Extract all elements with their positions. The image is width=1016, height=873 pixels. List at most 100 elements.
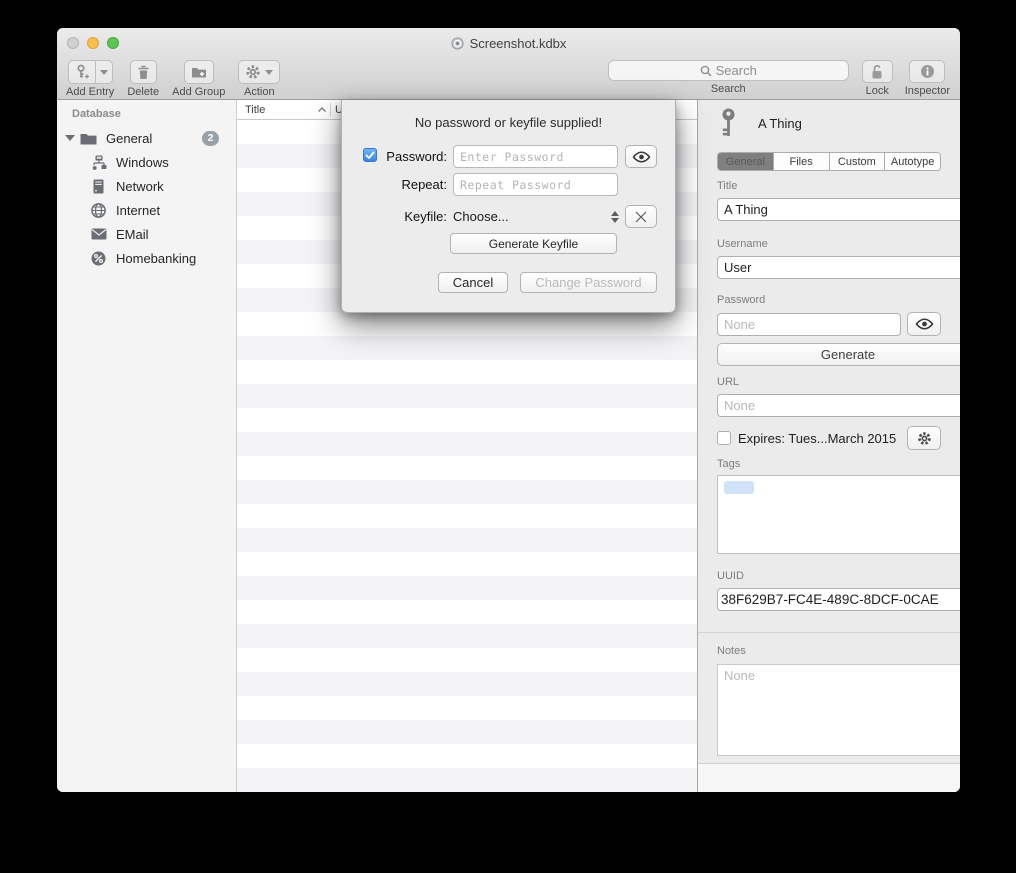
screen: Screenshot.kdbx [0,0,1016,873]
change-password-sheet: No password or keyfile supplied! Passwor… [341,100,676,313]
username-field[interactable] [717,256,960,279]
folder-icon [80,130,97,146]
add-entry-dropdown[interactable] [96,61,111,83]
inspector-panel: A Thing General Files Custom Autotype Ti… [697,100,960,792]
group-label: Windows [116,155,169,170]
sheet-reveal-button[interactable] [625,145,657,168]
chevron-down-icon [265,70,273,75]
group-label: Internet [116,203,160,218]
action-label: Action [244,86,275,98]
uuid-field[interactable] [717,588,960,611]
x-icon [635,211,647,223]
change-password-label: Change Password [535,275,641,290]
search-icon [700,65,712,77]
tab-files[interactable]: Files [774,153,830,170]
password-field[interactable] [717,313,901,336]
search-input[interactable]: Search [608,60,849,81]
gear-icon [245,64,261,80]
inspector-tabs: General Files Custom Autotype [717,152,941,171]
column-title-label: Title [245,104,265,116]
title-field[interactable] [717,198,960,221]
add-entry-button[interactable] [68,60,113,84]
generate-password-button[interactable]: Generate [717,343,960,366]
sidebar: Database General 2 [57,100,237,792]
add-group-button[interactable] [184,60,214,84]
disclosure-triangle-icon[interactable] [65,135,75,141]
entry-header: A Thing [717,106,941,140]
tab-autotype[interactable]: Autotype [885,153,940,170]
sidebar-item-internet[interactable]: Internet [57,198,236,222]
clear-keyfile-button[interactable] [625,205,657,228]
sheet-password-label: Password: [379,149,447,164]
notes-separator [698,632,960,633]
sidebar-item-homebanking[interactable]: Homebanking [57,246,236,270]
cancel-label: Cancel [453,275,493,290]
windows-network-icon [90,154,107,170]
percent-circle-icon [90,250,107,266]
reveal-password-button[interactable] [907,312,941,336]
generate-keyfile-label: Generate Keyfile [489,237,578,251]
expires-checkbox[interactable] [717,431,731,445]
keyfile-popup-value: Choose... [453,209,509,224]
sidebar-item-windows[interactable]: Windows [57,150,236,174]
entry-title: A Thing [758,116,802,131]
macpass-window: Screenshot.kdbx [57,28,960,792]
password-field-label: Password [717,294,941,306]
document-proxy-icon[interactable] [451,37,464,50]
sidebar-item-email[interactable]: EMail [57,222,236,246]
toolbar-group-delete: Delete [127,60,159,98]
url-field[interactable] [717,394,960,417]
window-chrome: Screenshot.kdbx [57,28,960,100]
notes-field[interactable] [717,664,960,756]
delete-button[interactable] [130,60,157,84]
toolbar-group-add-group: Add Group [172,60,225,98]
change-password-button[interactable]: Change Password [520,272,657,293]
tag-token[interactable] [724,481,754,494]
tab-custom[interactable]: Custom [830,153,886,170]
eye-icon [632,151,651,163]
sheet-message: No password or keyfile supplied! [342,115,675,130]
tab-custom-label: Custom [838,156,876,168]
tags-field-label: Tags [717,458,941,470]
cancel-button[interactable]: Cancel [438,272,508,293]
key-plus-icon [69,61,96,83]
sheet-password-input[interactable] [453,145,618,168]
eye-icon [915,318,934,330]
popup-stepper-icon [611,211,619,223]
toolbar-group-add-entry: Add Entry [66,60,114,98]
tab-general[interactable]: General [718,153,774,170]
title-field-label: Title [717,180,941,192]
envelope-icon [90,226,107,242]
sheet-repeat-label: Repeat: [379,177,447,192]
entry-count-badge: 2 [202,131,219,146]
toolbar-right: Search Search Lock [608,60,950,97]
group-label: Homebanking [116,251,196,266]
delete-label: Delete [127,86,159,98]
expires-settings-button[interactable] [907,426,941,450]
check-icon [365,151,375,159]
group-label: EMail [116,227,149,242]
folder-plus-icon [191,65,207,79]
sidebar-item-general[interactable]: General 2 [57,126,236,150]
toolbar: Add Entry Delete [57,58,960,100]
server-icon [90,178,107,194]
lock-open-icon [870,64,884,80]
column-header-title[interactable]: Title [237,104,330,116]
generate-keyfile-button[interactable]: Generate Keyfile [450,233,617,254]
lock-label: Lock [866,85,889,97]
info-icon [920,64,935,79]
sort-ascending-icon [318,107,326,112]
action-button[interactable] [238,60,280,84]
lock-button[interactable] [862,60,893,83]
inspector-button[interactable] [909,60,945,83]
sidebar-header: Database [57,108,236,120]
uuid-field-label: UUID [717,570,941,582]
tab-autotype-label: Autotype [891,156,934,168]
gear-icon [917,431,932,446]
sidebar-item-network[interactable]: Network [57,174,236,198]
expires-row: Expires: Tues...March 2015 [717,426,941,450]
password-checkbox[interactable] [363,148,377,162]
tags-box[interactable] [717,475,960,554]
sheet-repeat-input[interactable] [453,173,618,196]
keyfile-popup[interactable]: Choose... [453,205,619,228]
